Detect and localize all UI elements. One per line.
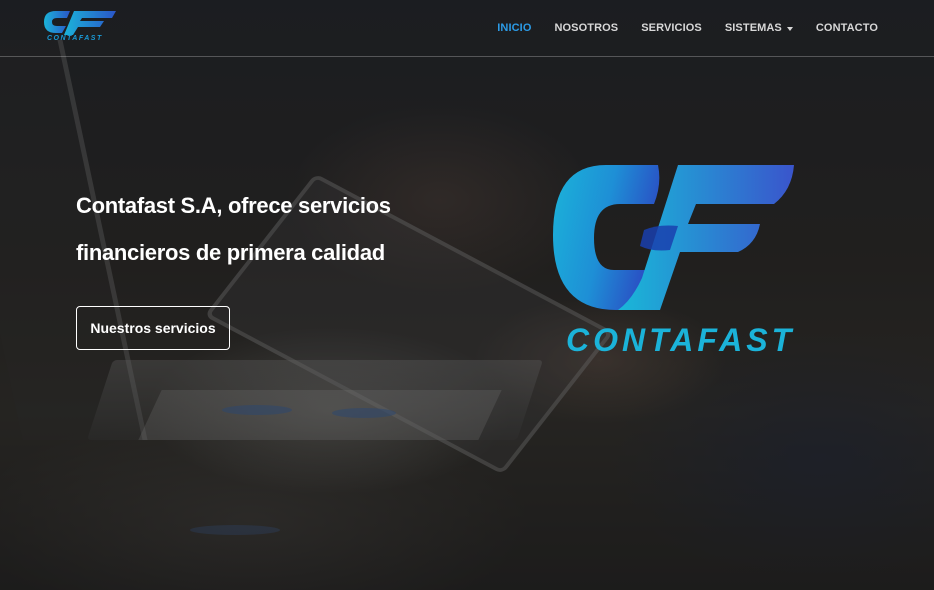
nav-item-sistemas[interactable]: SISTEMAS xyxy=(725,22,793,34)
caret-down-icon xyxy=(786,26,793,31)
nav-item-label: SISTEMAS xyxy=(724,22,782,34)
brand-name: CONTAFAST xyxy=(47,35,103,42)
nav-item-label: CONTACTO xyxy=(815,22,878,34)
hero-headline: Contafast S.A, ofrece servicios financie… xyxy=(76,182,436,276)
nav-item-inicio[interactable]: INICIO xyxy=(497,22,531,34)
nav-item-label: SERVICIOS xyxy=(641,22,702,34)
main-nav: INICIO NOSOTROS SERVICIOS SISTEMAS CONTA… xyxy=(497,0,878,56)
nav-item-label: INICIO xyxy=(497,22,532,34)
top-navbar: CONTAFAST INICIO NOSOTROS SERVICIOS SIST… xyxy=(0,0,934,57)
hero-headline-line2: financieros de primera calidad xyxy=(76,240,385,265)
nav-item-contacto[interactable]: CONTACTO xyxy=(816,22,878,34)
nav-item-nosotros[interactable]: NOSOTROS xyxy=(554,22,618,34)
nav-item-servicios[interactable]: SERVICIOS xyxy=(641,22,702,34)
nav-item-label: NOSOTROS xyxy=(554,22,619,34)
brand-logo[interactable]: CONTAFAST xyxy=(40,7,118,47)
hero-headline-line1: Contafast S.A, ofrece servicios xyxy=(76,193,391,218)
hero-logo-text: CONTAFAST xyxy=(566,322,796,358)
our-services-button[interactable]: Nuestros servicios xyxy=(76,306,230,350)
contafast-hero-logo-icon xyxy=(553,165,794,310)
